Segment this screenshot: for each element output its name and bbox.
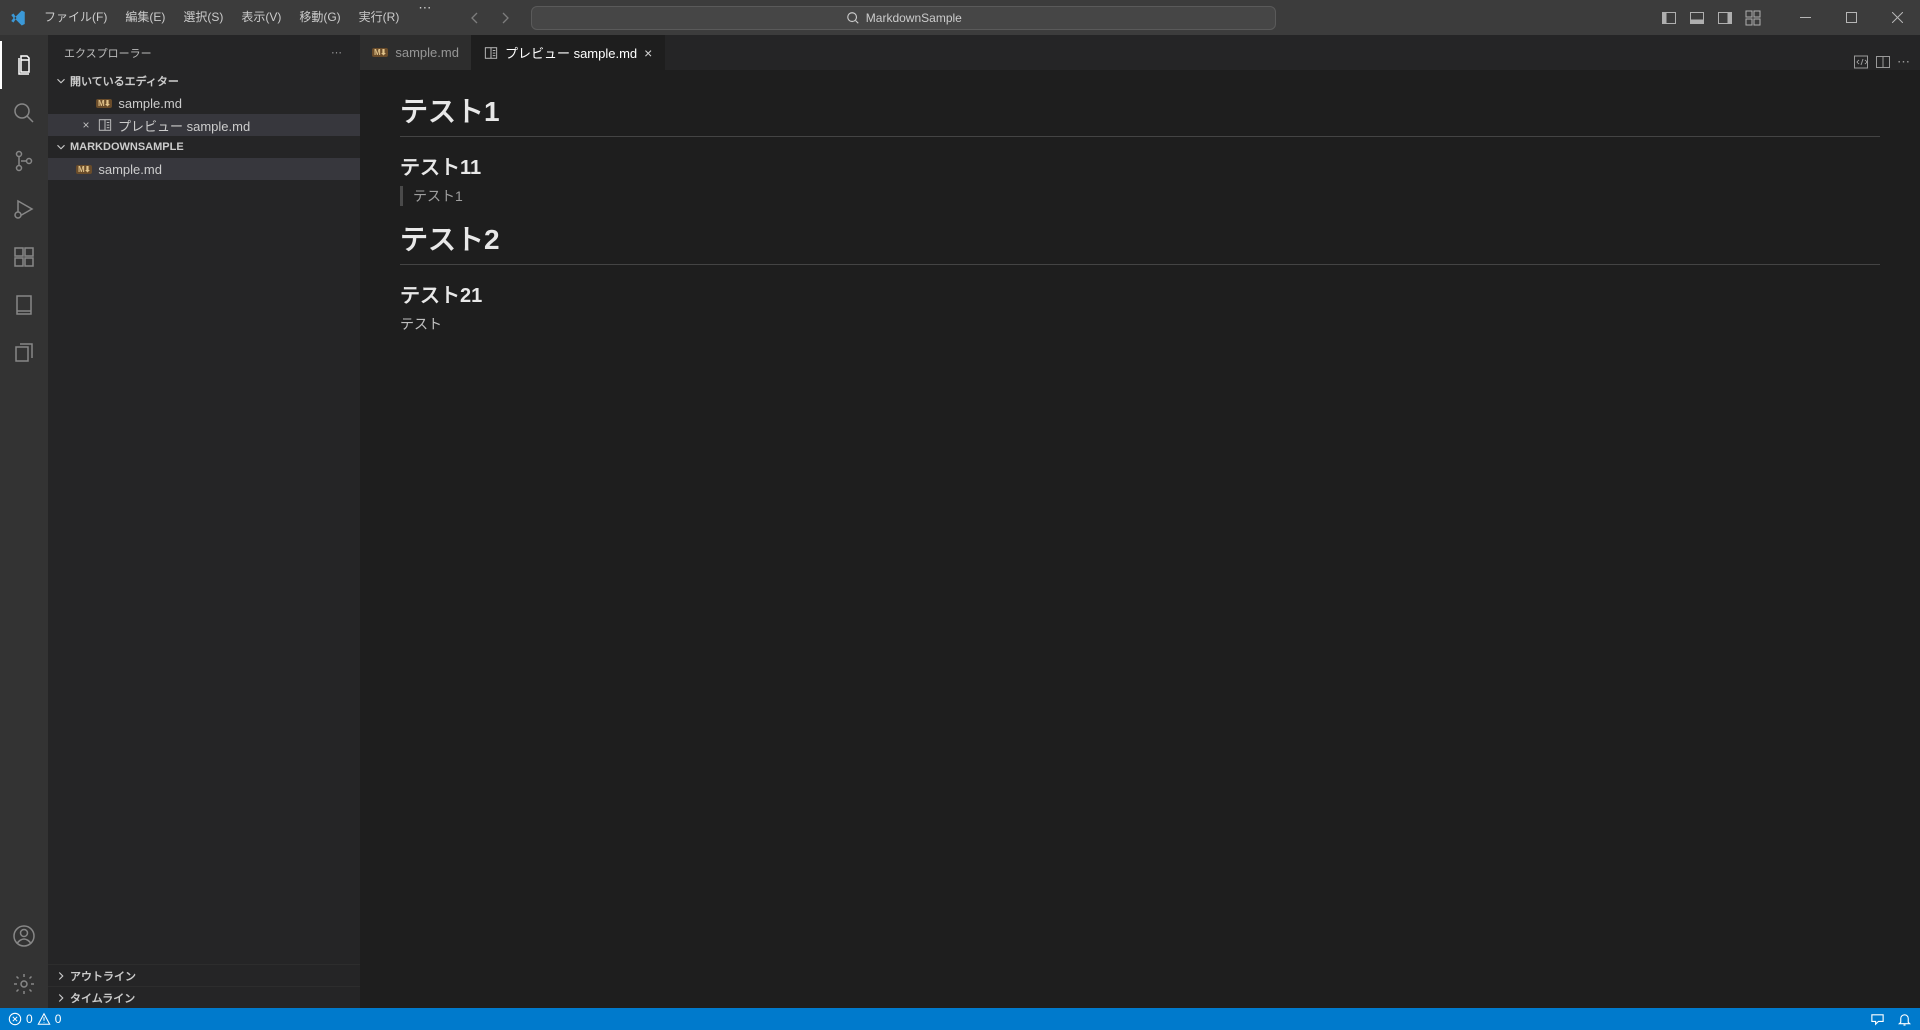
tab-label: sample.md [395,45,459,60]
activity-account-icon[interactable] [0,912,48,960]
timeline-label: タイムライン [70,990,135,1006]
sidebar-explorer: エクスプローラー ⋯ 開いているエディター M⬇ sample.md × プレビ… [48,35,360,1008]
sidebar-more-icon[interactable]: ⋯ [331,46,344,59]
titlebar-right [1658,0,1920,35]
menu-run[interactable]: 実行(R) [350,0,409,35]
sidebar-bottom: アウトライン タイムライン [48,964,360,1008]
window-close-icon[interactable] [1874,0,1920,35]
menu-overflow-icon[interactable]: ⋯ [408,0,441,35]
preview-h2: テスト11 [400,151,1880,180]
nav-back-icon[interactable] [463,6,487,30]
open-editor-item[interactable]: M⬇ sample.md [48,92,360,114]
blockquote-text: テスト1 [413,188,463,204]
open-editor-item[interactable]: × プレビュー sample.md [48,114,360,136]
workspace-files: M⬇ sample.md [48,158,360,964]
outline-label: アウトライン [70,968,136,984]
error-count: 0 [26,1012,33,1026]
timeline-header[interactable]: タイムライン [48,986,360,1008]
nav-forward-icon[interactable] [493,6,517,30]
editor-area: M⬇ sample.md プレビュー sample.md × ⋯ [360,35,1920,1008]
split-editor-icon[interactable] [1875,54,1891,70]
layout-controls [1658,7,1764,29]
activity-book-icon[interactable] [0,281,48,329]
error-icon [8,1012,22,1026]
preview-icon [98,118,112,132]
workspace-header[interactable]: MARKDOWNSAMPLE [48,136,360,158]
preview-icon [484,46,498,60]
open-editors-header[interactable]: 開いているエディター [48,70,360,92]
chevron-right-icon [54,969,68,983]
activity-debug-icon[interactable] [0,185,48,233]
customize-layout-icon[interactable] [1742,7,1764,29]
menu-file[interactable]: ファイル(F) [35,0,116,35]
outline-header[interactable]: アウトライン [48,964,360,986]
nav-arrows [463,6,517,30]
activity-source-control-icon[interactable] [0,137,48,185]
activity-bottom [0,912,48,1008]
toggle-secondary-sidebar-icon[interactable] [1714,7,1736,29]
vscode-logo-icon [0,9,35,27]
toggle-primary-sidebar-icon[interactable] [1658,7,1680,29]
chevron-right-icon [54,991,68,1005]
window-minimize-icon[interactable] [1782,0,1828,35]
show-source-icon[interactable] [1853,54,1869,70]
tabs-bar: M⬇ sample.md プレビュー sample.md × ⋯ [360,35,1920,70]
activity-explorer-icon[interactable] [0,41,48,89]
body-area: エクスプローラー ⋯ 開いているエディター M⬇ sample.md × プレビ… [0,35,1920,1008]
markdown-file-icon: M⬇ [96,99,112,108]
preview-h2: テスト21 [400,279,1880,308]
sidebar-title: エクスプローラー [64,45,152,61]
workspace-label: MARKDOWNSAMPLE [70,141,184,153]
search-icon [846,11,860,25]
open-editor-filename: プレビュー sample.md [118,116,250,135]
sidebar-header: エクスプローラー ⋯ [48,35,360,70]
activity-search-icon[interactable] [0,89,48,137]
file-item[interactable]: M⬇ sample.md [48,158,360,180]
more-actions-icon[interactable]: ⋯ [1897,54,1910,70]
status-bar: 0 0 [0,1008,1920,1030]
menubar: ファイル(F) 編集(E) 選択(S) 表示(V) 移動(G) 実行(R) ⋯ [35,0,441,35]
preview-h1: テスト2 [400,218,1880,265]
menu-go[interactable]: 移動(G) [290,0,349,35]
activity-files-icon[interactable] [0,329,48,377]
toggle-panel-icon[interactable] [1686,7,1708,29]
status-problems[interactable]: 0 0 [8,1012,61,1026]
command-center-search[interactable]: MarkdownSample [531,6,1276,30]
window-maximize-icon[interactable] [1828,0,1874,35]
open-editors-label: 開いているエディター [70,73,179,89]
status-bell-icon[interactable] [1897,1012,1912,1027]
window-controls [1782,0,1920,35]
menu-view[interactable]: 表示(V) [232,0,290,35]
chevron-down-icon [54,140,68,154]
tabs-actions: ⋯ [1843,54,1920,70]
menu-selection[interactable]: 選択(S) [174,0,232,35]
markdown-preview[interactable]: テスト1 テスト11 テスト1 テスト2 テスト21 テスト [360,70,1920,1008]
warning-icon [37,1012,51,1026]
open-editor-filename: sample.md [118,96,182,111]
markdown-file-icon: M⬇ [76,165,92,174]
tab-preview-sample-md[interactable]: プレビュー sample.md × [472,35,665,70]
activity-extensions-icon[interactable] [0,233,48,281]
status-right [1870,1012,1912,1027]
warning-count: 0 [55,1012,62,1026]
activity-settings-icon[interactable] [0,960,48,1008]
close-icon[interactable]: × [644,45,652,61]
preview-blockquote: テスト1 [400,186,1880,206]
search-text: MarkdownSample [866,11,962,25]
file-name: sample.md [98,162,162,177]
activity-bar [0,35,48,1008]
titlebar: ファイル(F) 編集(E) 選択(S) 表示(V) 移動(G) 実行(R) ⋯ … [0,0,1920,35]
tab-sample-md[interactable]: M⬇ sample.md [360,35,472,70]
status-feedback-icon[interactable] [1870,1012,1885,1027]
menu-edit[interactable]: 編集(E) [116,0,174,35]
preview-h1: テスト1 [400,90,1880,137]
preview-paragraph: テスト [400,314,1880,334]
markdown-file-icon: M⬇ [372,48,388,57]
tab-label: プレビュー sample.md [505,43,637,62]
chevron-down-icon [54,74,68,88]
close-icon[interactable]: × [78,118,94,132]
